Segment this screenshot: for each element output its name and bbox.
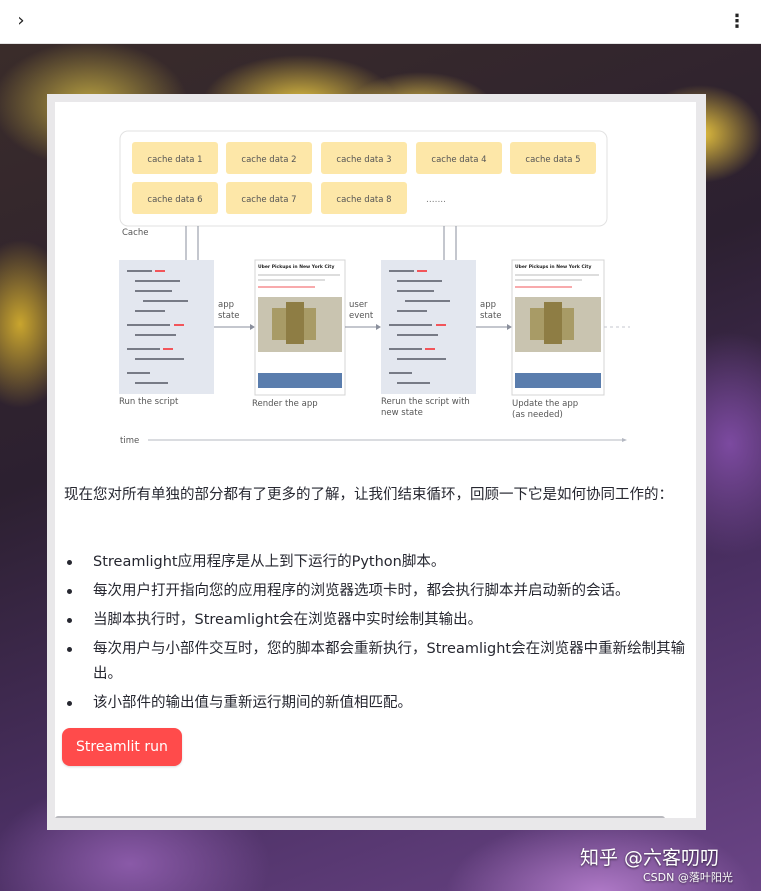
bullet-list: Streamlight应用程序是从上到下运行的Python脚本。 每次用户打开指…	[64, 550, 694, 720]
stage-rerun-2: new state	[381, 408, 423, 418]
cache-item-3: cache data 3	[336, 155, 391, 165]
cache-box-5: cache data 5	[510, 142, 596, 174]
horizontal-scrollbar[interactable]	[55, 816, 665, 818]
cache-label: Cache	[122, 228, 148, 238]
list-item: Streamlight应用程序是从上到下运行的Python脚本。	[64, 550, 694, 575]
arrow-label-app-state-2a: app	[480, 300, 496, 310]
cache-item-1: cache data 1	[147, 155, 202, 165]
list-item: 每次用户打开指向您的应用程序的浏览器选项卡时，都会执行脚本并启动新的会话。	[64, 579, 694, 604]
stage-render-app: Render the app	[252, 399, 318, 409]
cache-box-4: cache data 4	[416, 142, 502, 174]
stage-update-1: Update the app	[512, 399, 578, 409]
arrow-label-app-state-2b: state	[480, 311, 502, 321]
stage-run-script: Run the script	[119, 397, 179, 407]
summary-paragraph: 现在您对所有单独的部分都有了更多的了解，让我们结束循环，回顾一下它是如何协同工作…	[64, 487, 673, 503]
top-toolbar: › ⋮	[0, 0, 761, 44]
time-axis-head	[622, 438, 627, 442]
csdn-credit: CSDN @落叶阳光	[643, 871, 733, 884]
cache-box-7: cache data 7	[226, 182, 312, 214]
kebab-menu-icon[interactable]: ⋮	[727, 11, 747, 33]
arrow-label-user: user	[349, 300, 368, 310]
streamlit-run-button[interactable]: Streamlit run	[62, 728, 182, 766]
arrow-label-app-state-1a: app	[218, 300, 234, 310]
arrow-head-1	[250, 324, 255, 330]
arrow-label-app-state-1b: state	[218, 311, 240, 321]
cache-connectors	[185, 226, 457, 260]
app-thumbnail-2: Uber Pickups in New York City	[511, 259, 605, 396]
cache-box-2: cache data 2	[226, 142, 312, 174]
streamlit-data-flow-diagram: cache data 1 cache data 2 cache data 3 c…	[119, 130, 630, 446]
list-item: 当脚本执行时，Streamlight会在浏览器中实时绘制其输出。	[64, 608, 694, 633]
stage-rerun-1: Rerun the script with	[381, 397, 470, 407]
arrow-head-2	[376, 324, 381, 330]
list-item: 该小部件的输出值与重新运行期间的新值相匹配。	[64, 691, 694, 716]
cache-box-1: cache data 1	[132, 142, 218, 174]
cache-box-8: cache data 8	[321, 182, 407, 214]
cache-item-7: cache data 7	[241, 195, 296, 205]
list-item: 每次用户与小部件交互时，您的脚本都会重新执行，Streamlight会在浏览器中…	[64, 637, 694, 687]
cache-box-3: cache data 3	[321, 142, 407, 174]
main-content: cache data 1 cache data 2 cache data 3 c…	[55, 102, 696, 818]
cache-box-6: cache data 6	[132, 182, 218, 214]
stage-update-2: (as needed)	[512, 410, 563, 420]
arrow-label-event: event	[349, 311, 374, 321]
arrow-head-3	[507, 324, 512, 330]
cache-item-4: cache data 4	[431, 155, 486, 165]
time-label: time	[120, 436, 139, 446]
cache-ellipsis: .......	[426, 195, 446, 205]
app-frame: cache data 1 cache data 2 cache data 3 c…	[47, 94, 706, 830]
chevron-right-icon[interactable]: ›	[10, 10, 32, 32]
cache-item-8: cache data 8	[336, 195, 391, 205]
zhihu-watermark: 知乎 @六客叨叨	[580, 847, 720, 869]
thumb-title-2: Uber Pickups in New York City	[515, 264, 591, 270]
cache-item-6: cache data 6	[147, 195, 202, 205]
cache-item-5: cache data 5	[525, 155, 580, 165]
thumb-title-1: Uber Pickups in New York City	[258, 264, 334, 270]
cache-item-2: cache data 2	[241, 155, 296, 165]
app-thumbnail-1: Uber Pickups in New York City	[254, 259, 346, 396]
